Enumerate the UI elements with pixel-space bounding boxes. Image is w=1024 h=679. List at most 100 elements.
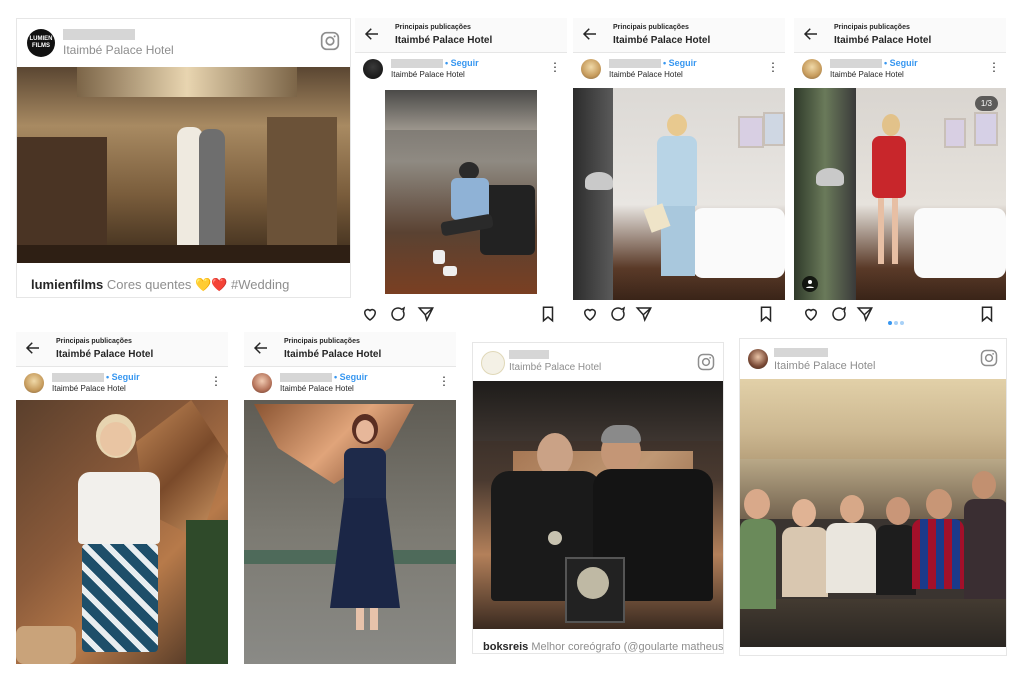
- follow-button[interactable]: • Seguir: [663, 58, 697, 68]
- post-photo-man[interactable]: [385, 90, 537, 294]
- action-bar: [794, 303, 1006, 325]
- carousel-dots: [888, 312, 906, 326]
- caption-username[interactable]: lumienfilms: [31, 277, 103, 292]
- post-header: • Seguir Itaimbé Palace Hotel ⋮: [355, 52, 567, 86]
- logo-text: LUMIEN FILMS: [29, 36, 53, 49]
- location-label[interactable]: Itaimbé Palace Hotel: [63, 43, 174, 57]
- username-redacted[interactable]: [391, 59, 443, 68]
- arrow-left-icon[interactable]: [802, 25, 820, 43]
- avatar[interactable]: [481, 351, 505, 375]
- top-bar-subtitle: Principais publicações: [834, 24, 910, 31]
- follow-button[interactable]: • Seguir: [106, 372, 140, 382]
- arrow-left-icon[interactable]: [581, 25, 599, 43]
- post-photo-trophy[interactable]: [473, 381, 723, 629]
- location-link[interactable]: Itaimbé Palace Hotel: [391, 70, 465, 79]
- bookmark-icon[interactable]: [978, 305, 996, 323]
- post-card-2: Principais publicações Itaimbé Palace Ho…: [355, 18, 567, 326]
- action-bar: [355, 303, 567, 325]
- top-bar-title: Itaimbé Palace Hotel: [613, 35, 711, 46]
- post-photo-woman-navy[interactable]: [244, 400, 456, 664]
- top-bar-subtitle: Principais publicações: [56, 338, 132, 345]
- more-vertical-icon[interactable]: ⋮: [988, 61, 1000, 73]
- heart-icon[interactable]: [802, 305, 820, 323]
- comment-icon[interactable]: [609, 305, 627, 323]
- avatar[interactable]: [802, 59, 822, 79]
- username-redacted[interactable]: [63, 29, 135, 40]
- instagram-icon[interactable]: [697, 353, 715, 371]
- lumienfilms-logo[interactable]: LUMIEN FILMS: [27, 29, 55, 57]
- bookmark-icon[interactable]: [757, 305, 775, 323]
- username-redacted[interactable]: [830, 59, 882, 68]
- post-card-3: Principais publicações Itaimbé Palace Ho…: [573, 18, 785, 326]
- arrow-left-icon[interactable]: [24, 339, 42, 357]
- top-bar-subtitle: Principais publicações: [613, 24, 689, 31]
- post-card-6: Principais publicações Itaimbé Palace Ho…: [244, 332, 456, 664]
- post-card-1: LUMIEN FILMS Itaimbé Palace Hotel lumien…: [16, 18, 351, 298]
- instagram-icon[interactable]: [320, 31, 340, 51]
- paper-plane-icon[interactable]: [635, 305, 653, 323]
- caption-username[interactable]: boksreis: [483, 641, 528, 653]
- location-link[interactable]: Itaimbé Palace Hotel: [830, 70, 904, 79]
- location-label[interactable]: Itaimbé Palace Hotel: [774, 360, 876, 372]
- more-vertical-icon[interactable]: ⋮: [549, 61, 561, 73]
- user-tag-icon[interactable]: [802, 276, 818, 292]
- more-vertical-icon[interactable]: ⋮: [438, 375, 450, 387]
- top-bar-title: Itaimbé Palace Hotel: [284, 349, 382, 360]
- heart-icon[interactable]: [581, 305, 599, 323]
- top-bar: Principais publicações Itaimbé Palace Ho…: [355, 18, 567, 53]
- top-bar: Principais publicações Itaimbé Palace Ho…: [16, 332, 228, 367]
- post-card-5: Principais publicações Itaimbé Palace Ho…: [16, 332, 228, 664]
- top-bar-subtitle: Principais publicações: [395, 24, 471, 31]
- action-bar: [573, 303, 785, 325]
- top-bar-title: Itaimbé Palace Hotel: [395, 35, 493, 46]
- heart-icon[interactable]: [361, 305, 379, 323]
- post-card-7: Itaimbé Palace Hotel boksreis Melhor cor…: [472, 342, 724, 654]
- post-photo-group[interactable]: [740, 379, 1006, 647]
- follow-button[interactable]: • Seguir: [334, 372, 368, 382]
- arrow-left-icon[interactable]: [363, 25, 381, 43]
- follow-button[interactable]: • Seguir: [884, 58, 918, 68]
- comment-icon[interactable]: [389, 305, 407, 323]
- more-vertical-icon[interactable]: ⋮: [210, 375, 222, 387]
- paper-plane-icon[interactable]: [856, 305, 874, 323]
- paper-plane-icon[interactable]: [417, 305, 435, 323]
- caption-text: Cores quentes 💛❤️ #Wedding: [106, 277, 290, 292]
- location-link[interactable]: Itaimbé Palace Hotel: [280, 384, 354, 393]
- arrow-left-icon[interactable]: [252, 339, 270, 357]
- bookmark-icon[interactable]: [539, 305, 557, 323]
- username-redacted[interactable]: [509, 350, 549, 359]
- post-header: • Seguir Itaimbé Palace Hotel ⋮: [573, 52, 785, 86]
- comment-icon[interactable]: [830, 305, 848, 323]
- post-header: • Seguir Itaimbé Palace Hotel ⋮: [244, 366, 456, 400]
- post-header: • Seguir Itaimbé Palace Hotel ⋮: [794, 52, 1006, 86]
- avatar[interactable]: [252, 373, 272, 393]
- top-bar: Principais publicações Itaimbé Palace Ho…: [794, 18, 1006, 53]
- location-link[interactable]: Itaimbé Palace Hotel: [52, 384, 126, 393]
- post-header: • Seguir Itaimbé Palace Hotel ⋮: [16, 366, 228, 400]
- top-bar: Principais publicações Itaimbé Palace Ho…: [573, 18, 785, 53]
- instagram-icon[interactable]: [980, 349, 998, 367]
- caption-text: Melhor coreógrafo (@goularte matheus): [531, 641, 724, 653]
- location-link[interactable]: Itaimbé Palace Hotel: [609, 70, 683, 79]
- top-bar-title: Itaimbé Palace Hotel: [834, 35, 932, 46]
- carousel-counter: 1/3: [974, 96, 998, 111]
- post-card-8: Itaimbé Palace Hotel: [739, 338, 1007, 656]
- avatar[interactable]: [581, 59, 601, 79]
- username-redacted[interactable]: [609, 59, 661, 68]
- follow-button[interactable]: • Seguir: [445, 58, 479, 68]
- more-vertical-icon[interactable]: ⋮: [767, 61, 779, 73]
- username-redacted[interactable]: [52, 373, 104, 382]
- avatar[interactable]: [363, 59, 383, 79]
- location-label[interactable]: Itaimbé Palace Hotel: [509, 362, 601, 373]
- post-caption: lumienfilms Cores quentes 💛❤️ #Wedding: [31, 277, 289, 293]
- avatar[interactable]: [748, 349, 768, 369]
- post-photo-wedding[interactable]: [17, 67, 350, 263]
- top-bar-subtitle: Principais publicações: [284, 338, 360, 345]
- post-photo-woman-skirt[interactable]: [16, 400, 228, 664]
- username-redacted[interactable]: [774, 348, 828, 357]
- post-photo-woman-blue[interactable]: [573, 88, 785, 300]
- username-redacted[interactable]: [280, 373, 332, 382]
- avatar[interactable]: [24, 373, 44, 393]
- post-card-4: Principais publicações Itaimbé Palace Ho…: [794, 18, 1006, 326]
- post-photo-woman-red[interactable]: 1/3: [794, 88, 1006, 300]
